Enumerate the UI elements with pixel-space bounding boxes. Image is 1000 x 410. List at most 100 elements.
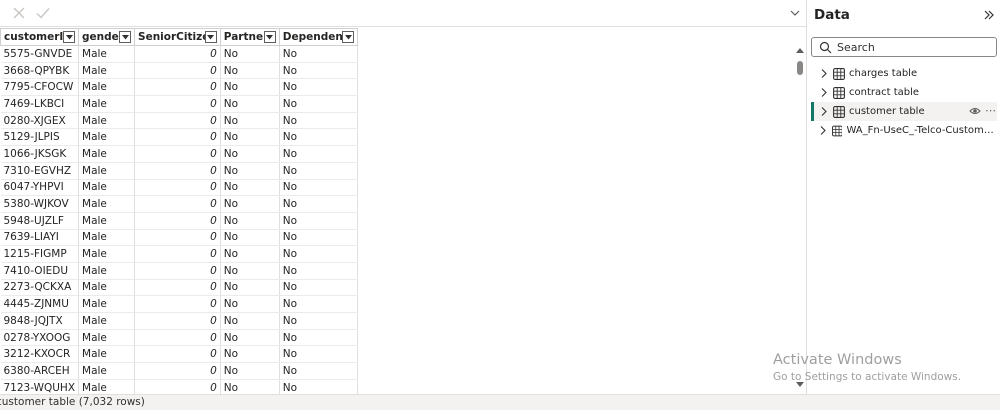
table-cell[interactable]: No	[279, 78, 359, 97]
table-cell[interactable]: No	[220, 95, 280, 113]
x-icon[interactable]	[9, 3, 29, 23]
table-cell[interactable]: No	[279, 245, 359, 263]
table-cell[interactable]: Male	[78, 45, 136, 63]
filter-dropdown-icon[interactable]	[63, 31, 76, 43]
table-cell[interactable]: Male	[78, 162, 136, 180]
chevron-right-icon[interactable]	[817, 86, 831, 100]
table-cell[interactable]: Male	[78, 229, 136, 247]
table-cell[interactable]: No	[279, 279, 359, 297]
table-cell[interactable]: 7310-EGVHZ	[0, 162, 80, 180]
table-tree-item[interactable]: charges table	[811, 64, 997, 83]
table-cell[interactable]: No	[279, 162, 359, 180]
table-cell[interactable]: Male	[78, 295, 136, 313]
table-cell[interactable]: No	[279, 179, 359, 197]
table-cell[interactable]: No	[279, 295, 359, 313]
table-cell[interactable]: 0	[134, 312, 221, 330]
table-cell[interactable]: No	[279, 379, 359, 394]
table-cell[interactable]: 0	[134, 62, 221, 80]
table-cell[interactable]: No	[279, 145, 359, 163]
table-cell[interactable]: No	[220, 212, 280, 230]
table-cell[interactable]: No	[279, 112, 359, 130]
table-cell[interactable]: 5948-UJZLF	[0, 212, 80, 230]
table-cell[interactable]: No	[279, 95, 359, 113]
scrollbar-thumb[interactable]	[797, 61, 803, 75]
table-cell[interactable]: 0278-YXOOG	[0, 329, 80, 347]
chevron-down-icon[interactable]	[788, 6, 802, 20]
table-cell[interactable]: 0	[134, 262, 221, 280]
table-tree-item[interactable]: contract table	[811, 83, 997, 102]
column-header[interactable]: gender	[78, 28, 136, 46]
table-cell[interactable]: Male	[78, 362, 136, 380]
table-cell[interactable]: No	[220, 62, 280, 80]
column-header[interactable]: Partner	[219, 28, 280, 46]
table-cell[interactable]: 7410-OIEDU	[0, 262, 80, 280]
table-cell[interactable]: 2273-QCKXA	[0, 279, 80, 297]
scroll-down-arrow-icon[interactable]	[796, 382, 804, 388]
table-cell[interactable]: Male	[78, 179, 136, 197]
column-header[interactable]: SeniorCitizen	[134, 28, 221, 46]
table-cell[interactable]: 0	[134, 162, 221, 180]
table-cell[interactable]: No	[220, 262, 280, 280]
table-cell[interactable]: 0	[134, 112, 221, 130]
chevron-right-icon[interactable]	[817, 105, 831, 119]
table-cell[interactable]: No	[279, 45, 359, 63]
table-cell[interactable]: No	[220, 329, 280, 347]
table-cell[interactable]: 0	[134, 245, 221, 263]
table-cell[interactable]: 0	[134, 95, 221, 113]
table-tree-item[interactable]: WA_Fn-UseC_-Telco-Customer-C...	[811, 121, 997, 140]
table-cell[interactable]: 5575-GNVDE	[0, 45, 80, 63]
table-cell[interactable]: 0	[134, 345, 221, 364]
table-cell[interactable]: 0	[134, 195, 221, 213]
table-cell[interactable]: No	[279, 329, 359, 347]
table-cell[interactable]: 0	[134, 362, 221, 380]
table-cell[interactable]: 5380-WJKOV	[0, 195, 80, 213]
table-cell[interactable]: 5129-JLPIS	[0, 128, 80, 147]
table-cell[interactable]: Male	[78, 345, 136, 364]
table-cell[interactable]: 0	[134, 212, 221, 230]
table-cell[interactable]: 3668-QPYBK	[0, 62, 80, 80]
filter-dropdown-icon[interactable]	[119, 31, 132, 43]
table-cell[interactable]: 0	[134, 78, 221, 97]
eye-icon[interactable]	[969, 105, 981, 117]
table-cell[interactable]: 0	[134, 179, 221, 197]
table-cell[interactable]: No	[220, 128, 280, 147]
table-cell[interactable]: No	[220, 345, 280, 364]
table-cell[interactable]: Male	[78, 78, 136, 97]
table-cell[interactable]: Male	[78, 95, 136, 113]
table-cell[interactable]: Male	[78, 245, 136, 263]
table-cell[interactable]: Male	[78, 279, 136, 297]
table-cell[interactable]: Male	[78, 312, 136, 330]
table-cell[interactable]: No	[279, 128, 359, 147]
table-cell[interactable]: No	[220, 245, 280, 263]
search-input[interactable]	[837, 39, 992, 55]
table-cell[interactable]: 6380-ARCEH	[0, 362, 80, 380]
table-cell[interactable]: Male	[78, 195, 136, 213]
table-cell[interactable]: 3212-KXOCR	[0, 345, 80, 364]
filter-dropdown-icon[interactable]	[342, 31, 355, 43]
filter-dropdown-icon[interactable]	[204, 31, 217, 43]
table-cell[interactable]: No	[220, 162, 280, 180]
table-cell[interactable]: 0	[134, 279, 221, 297]
table-cell[interactable]: No	[279, 345, 359, 364]
column-header[interactable]: customerID	[0, 28, 80, 46]
table-cell[interactable]: 0	[134, 128, 221, 147]
table-cell[interactable]: No	[279, 362, 359, 380]
chevron-right-icon[interactable]	[817, 67, 831, 81]
table-cell[interactable]: 0	[134, 45, 221, 63]
scroll-up-arrow-icon[interactable]	[796, 47, 804, 53]
table-cell[interactable]: 7123-WQUHX	[0, 379, 80, 394]
table-cell[interactable]: 9848-JQJTX	[0, 312, 80, 330]
table-cell[interactable]: 4445-ZJNMU	[0, 295, 80, 313]
table-cell[interactable]: No	[220, 362, 280, 380]
table-cell[interactable]: No	[220, 112, 280, 130]
double-chevron-right-icon[interactable]	[982, 8, 996, 22]
table-cell[interactable]: 0	[134, 329, 221, 347]
table-cell[interactable]: No	[220, 312, 280, 330]
table-cell[interactable]: No	[279, 229, 359, 247]
table-cell[interactable]: 0	[134, 379, 221, 394]
table-cell[interactable]: 1215-FIGMP	[0, 245, 80, 263]
more-options-icon[interactable]: ⋯	[985, 104, 996, 117]
table-cell[interactable]: Male	[78, 212, 136, 230]
table-cell[interactable]: Male	[78, 62, 136, 80]
table-cell[interactable]: Male	[78, 145, 136, 163]
